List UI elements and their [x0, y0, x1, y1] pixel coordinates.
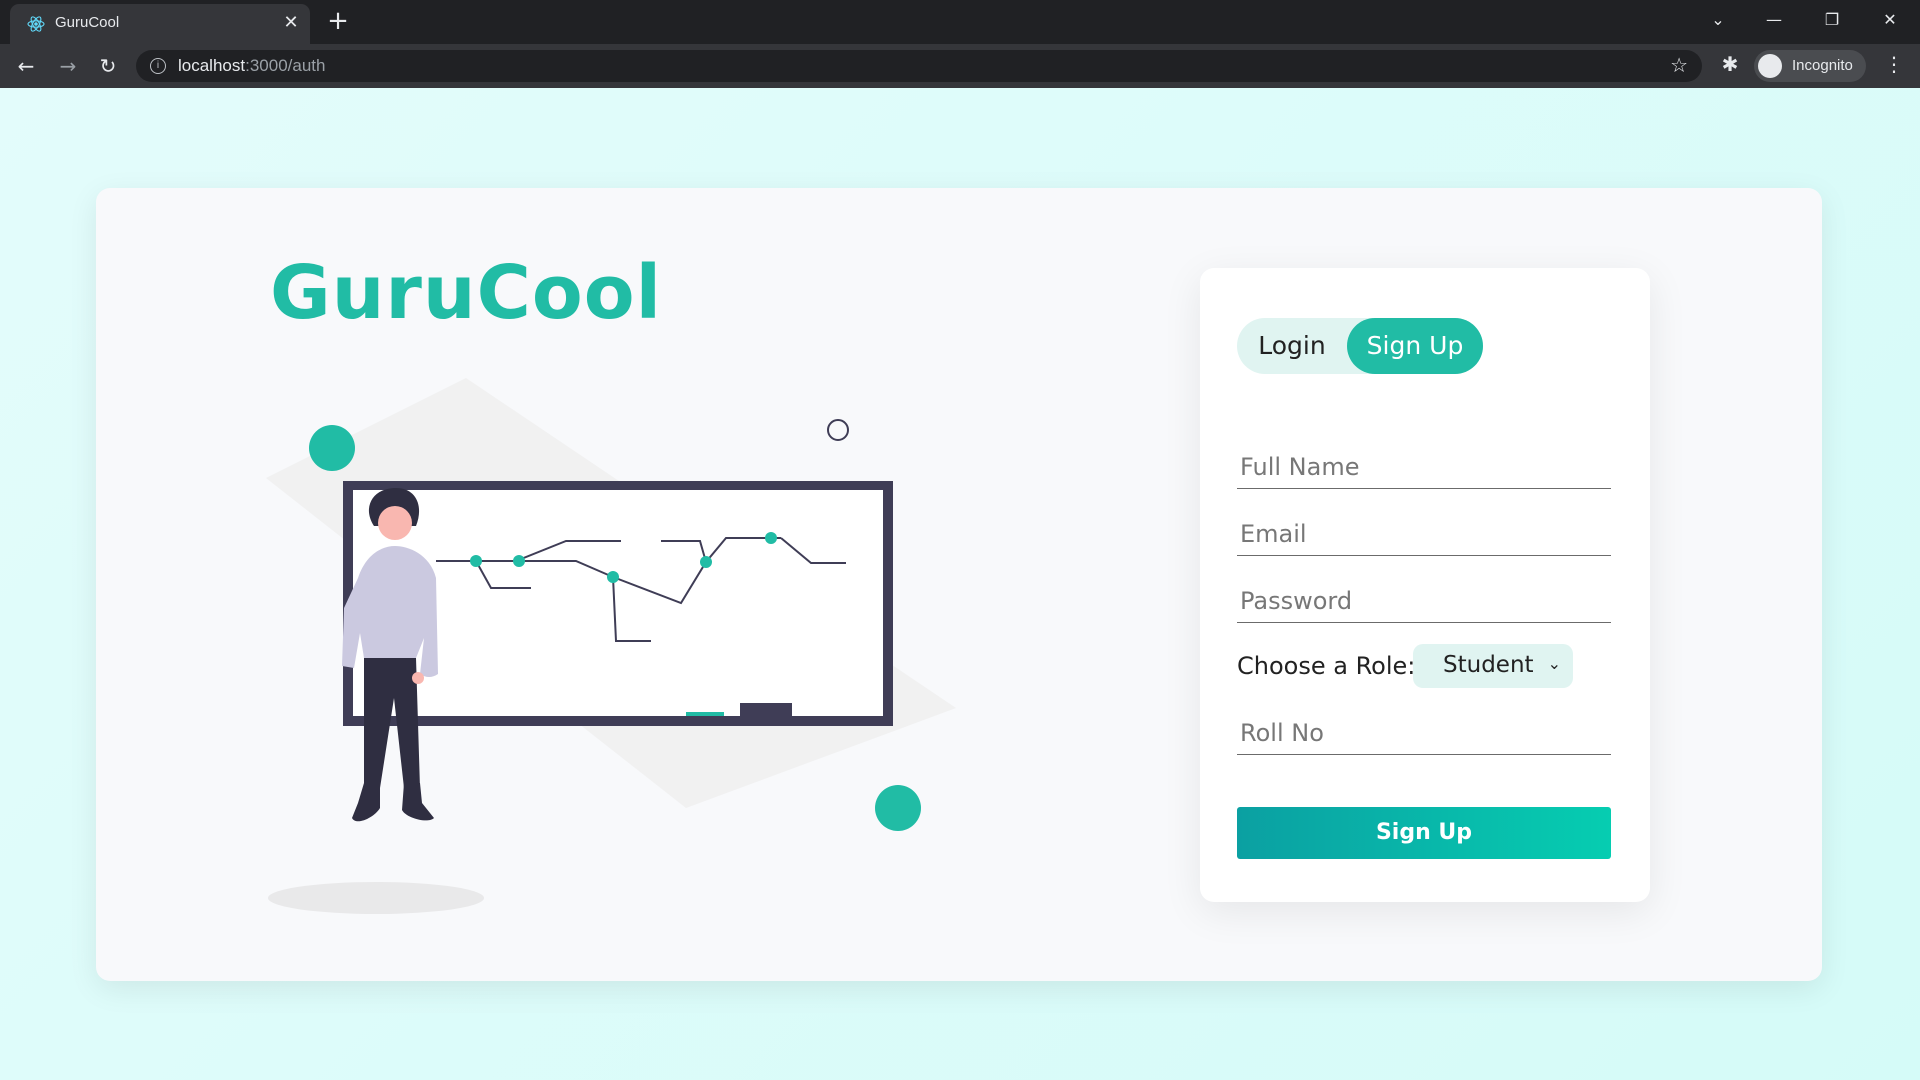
- chevron-down-icon: ⌄: [1547, 654, 1561, 673]
- incognito-icon: [1758, 54, 1782, 78]
- forward-icon[interactable]: →: [54, 52, 82, 80]
- url-text: localhost:3000/auth: [178, 56, 325, 76]
- browser-titlebar: GuruCool ✕ + ⌄ — ❐ ✕: [0, 0, 1920, 44]
- restore-icon[interactable]: ❐: [1812, 6, 1852, 34]
- auth-card: GuruCool Login Sign Up Full Name Email C…: [96, 188, 1822, 981]
- signup-form: Login Sign Up Choose a Role: Student ⌄ S…: [1200, 268, 1650, 902]
- minimize-icon[interactable]: —: [1754, 6, 1794, 34]
- address-bar[interactable]: i localhost:3000/auth ☆: [136, 50, 1702, 82]
- url-host: localhost: [178, 56, 246, 75]
- tab-search-icon[interactable]: ⌄: [1698, 6, 1738, 34]
- auth-mode-switch: Login Sign Up: [1237, 318, 1483, 374]
- incognito-profile-button[interactable]: Incognito: [1754, 50, 1866, 82]
- menu-icon[interactable]: ⋮: [1880, 52, 1908, 76]
- tab-title: GuruCool: [55, 14, 120, 31]
- reload-icon[interactable]: ↻: [94, 52, 122, 80]
- role-select[interactable]: Student ⌄: [1413, 644, 1573, 688]
- url-path: :3000/auth: [245, 56, 326, 75]
- close-icon[interactable]: ✕: [280, 12, 302, 34]
- brand-title: GuruCool: [270, 250, 662, 336]
- roll-no-field[interactable]: [1237, 711, 1611, 755]
- signup-submit-button[interactable]: Sign Up: [1237, 807, 1611, 859]
- info-icon[interactable]: i: [150, 58, 166, 74]
- window-close-icon[interactable]: ✕: [1870, 6, 1910, 34]
- role-label: Choose a Role:: [1237, 652, 1416, 680]
- password-field[interactable]: [1237, 579, 1611, 623]
- plus-icon[interactable]: +: [324, 8, 352, 36]
- email-field[interactable]: [1237, 512, 1611, 556]
- back-icon[interactable]: ←: [12, 52, 40, 80]
- browser-toolbar: ← → ↻ i localhost:3000/auth ☆ ✱ Incognit…: [0, 44, 1920, 88]
- react-favicon-icon: [27, 16, 45, 32]
- browser-tab[interactable]: GuruCool ✕: [10, 4, 310, 44]
- role-selected-value: Student: [1443, 652, 1534, 678]
- tab-signup[interactable]: Sign Up: [1347, 318, 1483, 374]
- star-icon[interactable]: ☆: [1670, 53, 1688, 77]
- profile-label: Incognito: [1792, 57, 1853, 74]
- page-background: GuruCool Login Sign Up Full Name Email C…: [0, 88, 1920, 1080]
- extensions-icon[interactable]: ✱: [1716, 52, 1744, 80]
- presentation-illustration: [266, 378, 956, 914]
- full-name-field[interactable]: [1237, 445, 1611, 489]
- tab-login[interactable]: Login: [1237, 318, 1347, 374]
